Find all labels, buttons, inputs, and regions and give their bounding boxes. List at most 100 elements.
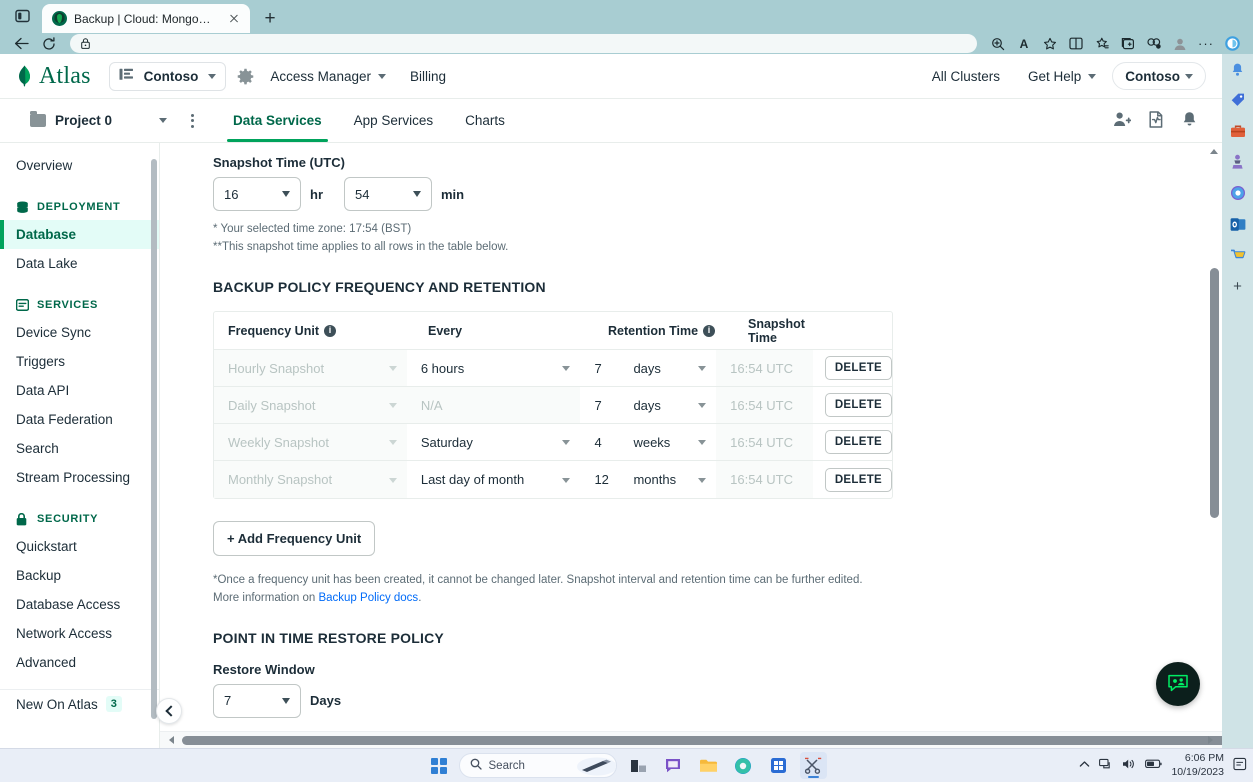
back-arrow-icon[interactable] bbox=[8, 33, 34, 54]
retention-unit-select[interactable]: days bbox=[619, 387, 716, 423]
taskbar-app-task-view-icon[interactable] bbox=[625, 752, 652, 779]
collapse-sidebar-chevron-icon[interactable] bbox=[156, 698, 182, 724]
edge-drop-icon[interactable] bbox=[1227, 182, 1249, 204]
star-icon[interactable] bbox=[1037, 33, 1063, 54]
sidebar-item-overview[interactable]: Overview bbox=[0, 151, 159, 180]
support-chat-button[interactable] bbox=[1156, 662, 1200, 706]
sidebar-item-data-federation[interactable]: Data Federation bbox=[0, 405, 159, 434]
sidebar-item-stream-processing[interactable]: Stream Processing bbox=[0, 463, 159, 492]
outlook-icon[interactable] bbox=[1227, 213, 1249, 235]
frequency-unit-select[interactable]: Hourly Snapshot bbox=[214, 350, 407, 386]
retention-number-input[interactable]: 7 bbox=[580, 350, 619, 386]
notifications-bell-icon[interactable] bbox=[1181, 111, 1198, 131]
invite-user-icon[interactable] bbox=[1113, 111, 1131, 130]
frequency-unit-select[interactable]: Monthly Snapshot bbox=[214, 461, 407, 498]
user-menu[interactable]: Contoso bbox=[1112, 62, 1206, 90]
sidebar-item-data-api[interactable]: Data API bbox=[0, 376, 159, 405]
taskbar-app-chat-icon[interactable] bbox=[660, 752, 687, 779]
tab-app-services[interactable]: App Services bbox=[338, 99, 450, 142]
restore-window-select[interactable]: 7 bbox=[213, 684, 301, 718]
volume-icon[interactable] bbox=[1122, 758, 1136, 773]
frequency-unit-select[interactable]: Weekly Snapshot bbox=[214, 424, 407, 460]
copilot-icon[interactable] bbox=[1219, 33, 1245, 54]
horizontal-scrollbar[interactable] bbox=[160, 731, 1222, 748]
tag-icon[interactable] bbox=[1227, 89, 1249, 111]
retention-number-input[interactable]: 4 bbox=[580, 424, 619, 460]
tab-data-services[interactable]: Data Services bbox=[217, 99, 338, 142]
scroll-right-arrow-icon[interactable] bbox=[1208, 736, 1213, 744]
show-hidden-icons-icon[interactable] bbox=[1079, 760, 1090, 772]
org-selector[interactable]: Contoso bbox=[109, 62, 227, 91]
sidebar-item-device-sync[interactable]: Device Sync bbox=[0, 318, 159, 347]
taskbar-app-snipping-tool-icon[interactable] bbox=[800, 752, 827, 779]
gear-icon[interactable] bbox=[232, 63, 258, 89]
games-icon[interactable] bbox=[1227, 151, 1249, 173]
info-icon[interactable]: i bbox=[703, 325, 715, 337]
every-select[interactable]: Saturday bbox=[407, 424, 581, 460]
snapshot-hour-select[interactable]: 16 bbox=[213, 177, 301, 211]
close-icon[interactable] bbox=[226, 11, 242, 27]
every-select[interactable]: Last day of month bbox=[407, 461, 581, 498]
delete-button[interactable]: DELETE bbox=[825, 393, 892, 417]
collections-icon[interactable] bbox=[1089, 33, 1115, 54]
taskbar-app-file-explorer-icon[interactable] bbox=[695, 752, 722, 779]
notification-bell-icon[interactable] bbox=[1227, 58, 1249, 80]
sidebar-item-quickstart[interactable]: Quickstart bbox=[0, 532, 159, 561]
page-scrollbar-thumb[interactable] bbox=[1210, 268, 1219, 518]
sidebar-item-database[interactable]: Database bbox=[0, 220, 159, 249]
delete-button[interactable]: DELETE bbox=[825, 356, 892, 380]
add-frequency-unit-button[interactable]: + Add Frequency Unit bbox=[213, 521, 375, 556]
atlas-logo[interactable]: Atlas bbox=[16, 63, 91, 90]
backup-policy-docs-link[interactable]: Backup Policy docs bbox=[318, 592, 418, 604]
sidebar-item-new-on-atlas[interactable]: New On Atlas 3 bbox=[0, 689, 159, 718]
scroll-left-arrow-icon[interactable] bbox=[169, 736, 174, 744]
sidebar-scrollbar[interactable] bbox=[151, 159, 157, 719]
browser-essentials-icon[interactable] bbox=[1141, 33, 1167, 54]
activity-feed-icon[interactable] bbox=[1147, 111, 1165, 131]
add-app-icon[interactable]: + bbox=[1227, 275, 1249, 297]
new-tab-button[interactable] bbox=[256, 4, 284, 32]
delete-button[interactable]: DELETE bbox=[825, 430, 892, 454]
taskbar-search-input[interactable]: Search bbox=[459, 753, 617, 778]
sidebar-item-database-access[interactable]: Database Access bbox=[0, 590, 159, 619]
taskbar-clock[interactable]: 6:06 PM 10/19/2023 bbox=[1171, 752, 1224, 778]
page-scrollbar[interactable] bbox=[1207, 143, 1222, 748]
network-icon[interactable] bbox=[1099, 758, 1113, 773]
retention-number-input[interactable]: 12 bbox=[580, 461, 619, 498]
delete-button[interactable]: DELETE bbox=[825, 468, 892, 492]
retention-number-input[interactable]: 7 bbox=[580, 387, 619, 423]
tab-actions-menu-icon[interactable] bbox=[6, 1, 38, 31]
scroll-up-arrow-icon[interactable] bbox=[1210, 149, 1218, 154]
profile-icon[interactable] bbox=[1167, 33, 1193, 54]
horizontal-scrollbar-thumb[interactable] bbox=[182, 736, 1222, 745]
battery-icon[interactable] bbox=[1145, 759, 1162, 772]
every-select[interactable]: 6 hours bbox=[407, 350, 581, 386]
snapshot-minute-select[interactable]: 54 bbox=[344, 177, 432, 211]
sidebar-item-triggers[interactable]: Triggers bbox=[0, 347, 159, 376]
split-screen-icon[interactable] bbox=[1063, 33, 1089, 54]
nav-get-help[interactable]: Get Help bbox=[1016, 54, 1108, 99]
shopping-icon[interactable] bbox=[1227, 244, 1249, 266]
project-selector[interactable]: Project 0 bbox=[30, 99, 181, 142]
sidebar-item-search[interactable]: Search bbox=[0, 434, 159, 463]
browser-tab[interactable]: Backup | Cloud: MongoDB Cloud bbox=[42, 4, 250, 33]
address-bar[interactable] bbox=[70, 34, 977, 53]
nav-all-clusters[interactable]: All Clusters bbox=[920, 54, 1012, 99]
notification-center-icon[interactable] bbox=[1233, 757, 1247, 774]
tools-icon[interactable] bbox=[1227, 120, 1249, 142]
windows-start-icon[interactable] bbox=[427, 754, 451, 778]
site-info-lock-icon[interactable] bbox=[78, 37, 92, 51]
nav-access-manager[interactable]: Access Manager bbox=[258, 54, 398, 99]
sidebar-item-advanced[interactable]: Advanced bbox=[0, 648, 159, 677]
nav-billing[interactable]: Billing bbox=[398, 54, 458, 99]
sidebar-item-data-lake[interactable]: Data Lake bbox=[0, 249, 159, 278]
more-options-icon[interactable]: ··· bbox=[1193, 33, 1219, 54]
kebab-menu-icon[interactable] bbox=[181, 99, 203, 142]
tab-charts[interactable]: Charts bbox=[449, 99, 521, 142]
zoom-icon[interactable] bbox=[985, 33, 1011, 54]
frequency-unit-select[interactable]: Daily Snapshot bbox=[214, 387, 407, 423]
taskbar-app-edge-icon[interactable] bbox=[730, 752, 757, 779]
refresh-icon[interactable] bbox=[36, 33, 62, 54]
retention-unit-select[interactable]: days bbox=[619, 350, 716, 386]
info-icon[interactable]: i bbox=[324, 325, 336, 337]
